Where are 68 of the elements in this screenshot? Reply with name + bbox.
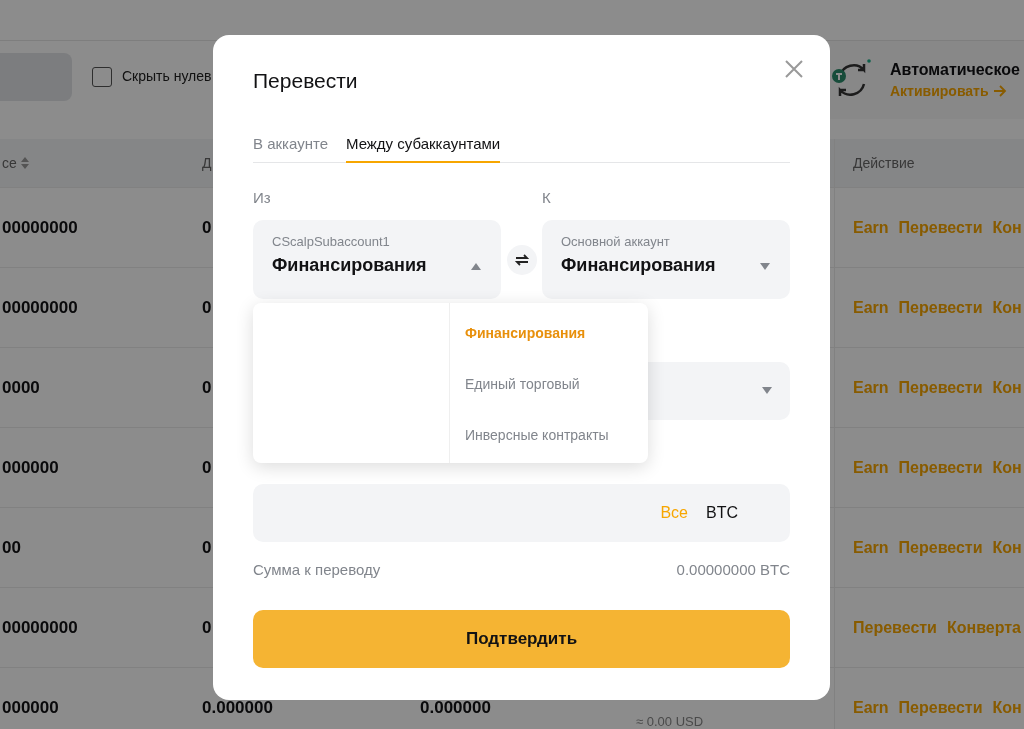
action-link[interactable]: Earn [853,458,889,477]
tab[interactable]: Между субаккаунтами [346,135,501,163]
amount-field[interactable]: Все BTC [253,483,790,543]
usd-value: ≈ 0.00 USD [636,714,704,729]
table-cell: 0000 [2,377,40,398]
action-link[interactable]: Кон [992,378,1022,397]
action-link[interactable]: Конверта [946,618,1021,637]
table-cell: 0 [202,617,212,638]
currency-label: BTC [706,503,738,522]
action-link[interactable]: Кон [992,458,1022,477]
banner-title: Автоматическое [890,61,1020,79]
table-cell: 0.000000 [420,697,491,718]
checkbox[interactable] [92,67,112,87]
action-link[interactable]: Перевести [898,458,983,477]
action-link[interactable]: Кон [992,218,1022,237]
max-link[interactable]: Все [660,503,688,522]
column-header: се [2,155,17,171]
arrow-right-icon [992,85,1007,97]
swap-arrows-icon [513,251,530,268]
wallet-name: Финансирования [272,255,428,276]
table-cell: 00000000 [2,617,78,638]
table-cell: 0 [202,217,212,238]
action-link[interactable]: Кон [992,298,1022,317]
dialog-title: Перевести [253,68,358,94]
checkbox-label: Скрыть нулев [122,68,212,84]
account-select[interactable]: CScalpSubaccount1 Финансирования [253,220,501,299]
table-cell: 000000 [2,457,59,478]
table-cell: 00 [2,537,21,558]
table-cell: 0 [202,537,212,558]
summary-label: Сумма к переводу [253,560,381,581]
from-label: Из [253,188,271,208]
caret-down-icon [762,387,772,395]
swap-button[interactable] [506,244,537,275]
action-link[interactable]: Earn [853,538,889,557]
account-select[interactable]: Основной аккаунт Финансирования [542,220,790,299]
action-link[interactable]: Earn [853,218,889,237]
menu-option[interactable]: Инверсные контракты [465,409,609,460]
sort-icon[interactable] [20,157,29,169]
menu-option[interactable]: Единый торговый [465,358,580,409]
table-cell: 00000000 [2,297,78,318]
action-link[interactable]: Перевести [898,698,983,717]
account-name: CScalpSubaccount1 [272,234,391,249]
action-link[interactable]: Кон [992,538,1022,557]
to-label: К [542,188,551,208]
action-link[interactable]: Earn [853,698,889,717]
action-link[interactable]: Перевести [898,538,983,557]
action-link[interactable]: Перевести [898,218,983,237]
action-link[interactable]: Перевести [898,298,983,317]
column-header: Действие [853,155,915,171]
action-link[interactable]: Earn [853,378,889,397]
table-cell: 0 [202,297,212,318]
column-header: Д [202,155,212,171]
summary-value: 0.00000000 BTC [676,560,790,581]
action-link[interactable]: Перевести [853,618,937,637]
action-link[interactable]: Кон [992,698,1022,717]
action-link[interactable]: Earn [853,298,889,317]
table-cell: 000000 [2,697,59,718]
action-link[interactable]: Перевести [898,378,983,397]
tab[interactable]: В аккаунте [253,135,328,163]
wallet-name: Финансирования [561,255,717,276]
table-cell: 0 [202,457,212,478]
activate-link[interactable]: Активировать [890,83,1007,99]
table-cell: 00000000 [2,217,78,238]
table-cell: 0.000000 [202,697,273,718]
account-name: Основной аккаунт [561,234,671,249]
confirm-button[interactable]: Подтвердить [253,610,790,668]
table-cell: 0 [202,377,212,398]
menu-option[interactable]: Финансирования [465,307,586,358]
